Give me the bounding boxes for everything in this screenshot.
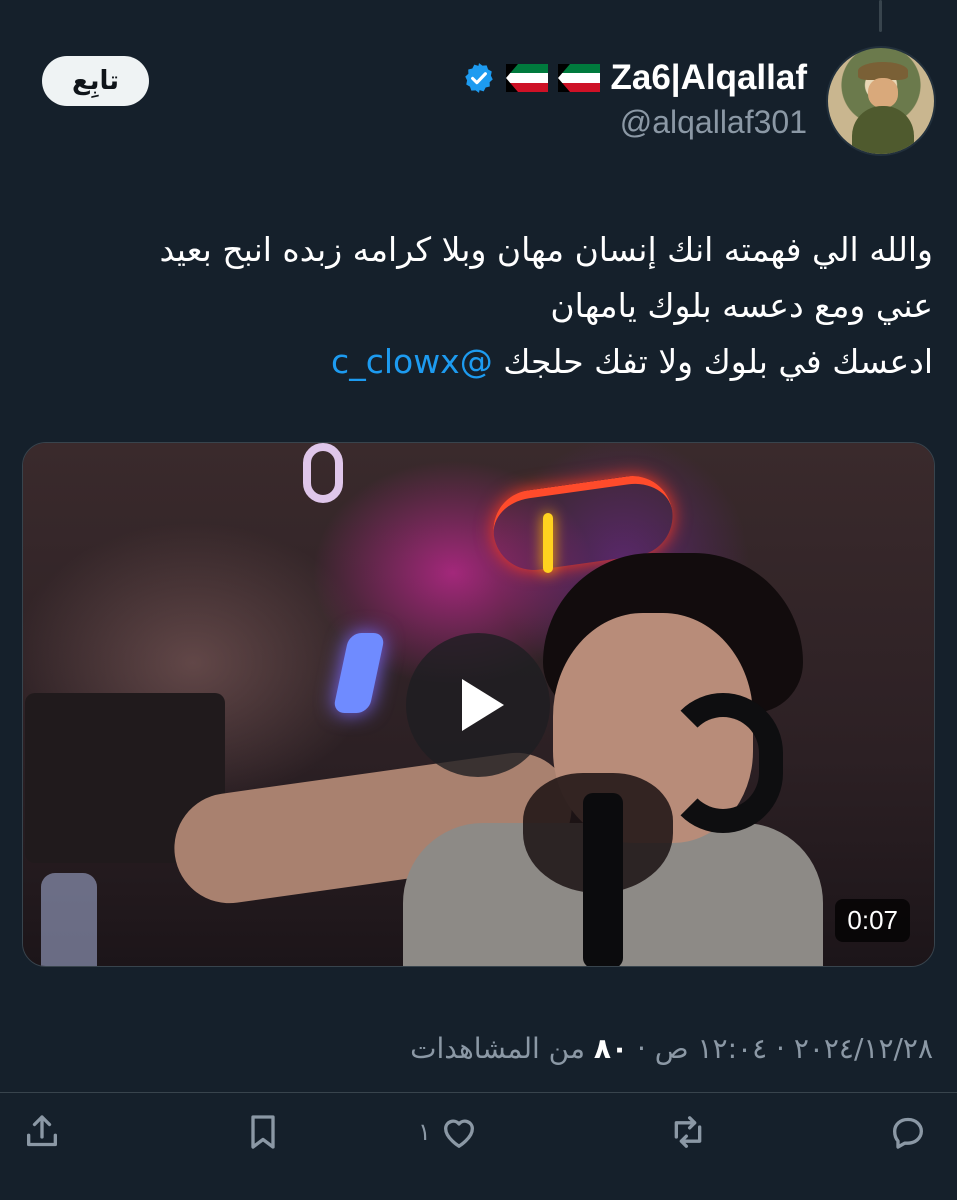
tweet-text-line: والله الي فهمته انك إنسان مهان وبلا كرام… <box>159 230 933 269</box>
tweet-text: والله الي فهمته انك إنسان مهان وبلا كرام… <box>22 222 933 390</box>
share-icon <box>27 1115 57 1147</box>
thumbnail-neon-sign <box>303 443 343 503</box>
follow-button[interactable]: تابِع <box>42 56 149 106</box>
tweet-meta: ٢٠٢٤/١٢/٢٨ · ١٢:٠٤ ص · ٨٠ من المشاهدات <box>410 1032 933 1065</box>
play-icon <box>462 679 504 731</box>
bookmark-button[interactable] <box>243 1106 283 1158</box>
thumbnail-microphone <box>583 793 623 966</box>
thumbnail-headset <box>663 693 783 833</box>
thumbnail-bottle <box>41 873 97 966</box>
kuwait-flag-icon <box>558 64 601 92</box>
author-name-row[interactable]: Za6|Alqallaf <box>462 58 807 98</box>
author-info: Za6|Alqallaf @alqallaf301 <box>462 58 807 141</box>
like-button[interactable]: ١ <box>418 1106 479 1158</box>
reply-button[interactable] <box>888 1106 928 1158</box>
author-handle[interactable]: @alqallaf301 <box>462 104 807 141</box>
actions-divider <box>0 1092 957 1093</box>
retweet-button[interactable] <box>668 1106 708 1158</box>
video-player[interactable]: 0:07 <box>22 442 935 967</box>
bookmark-icon <box>251 1115 275 1149</box>
video-duration: 0:07 <box>835 899 910 942</box>
views-label: من المشاهدات <box>410 1032 594 1065</box>
tweet-actions-bar: ١ <box>0 1106 957 1158</box>
tweet-text-segment: ادعسك في بلوك ولا تفك حلجك <box>503 342 933 381</box>
tweet-text-line: ادعسك في بلوك ولا تفك حلجك @c_clowx <box>22 334 933 390</box>
author-display-name[interactable]: Za6|Alqallaf <box>610 58 807 98</box>
views-count: ٨٠ <box>593 1032 629 1065</box>
kuwait-flag-icon <box>506 64 549 92</box>
like-count: ١ <box>418 1118 431 1146</box>
tweet-timestamp[interactable]: ٢٠٢٤/١٢/٢٨ · ١٢:٠٤ ص · <box>628 1032 933 1065</box>
heart-icon <box>443 1119 474 1148</box>
thread-connector-line <box>879 0 882 32</box>
avatar-body <box>852 106 914 154</box>
avatar-face <box>868 78 898 108</box>
tweet-text-line: عني ومع دعسه بلوك يامهان <box>550 286 933 325</box>
mention-link[interactable]: @c_clowx <box>331 342 493 381</box>
play-button[interactable] <box>406 633 550 777</box>
author-avatar[interactable] <box>826 46 936 156</box>
retweet-icon <box>674 1116 702 1148</box>
share-button[interactable] <box>22 1106 62 1158</box>
verified-badge-icon[interactable] <box>462 61 496 95</box>
thumbnail-neon-sign <box>543 513 553 573</box>
reply-icon <box>893 1117 923 1149</box>
